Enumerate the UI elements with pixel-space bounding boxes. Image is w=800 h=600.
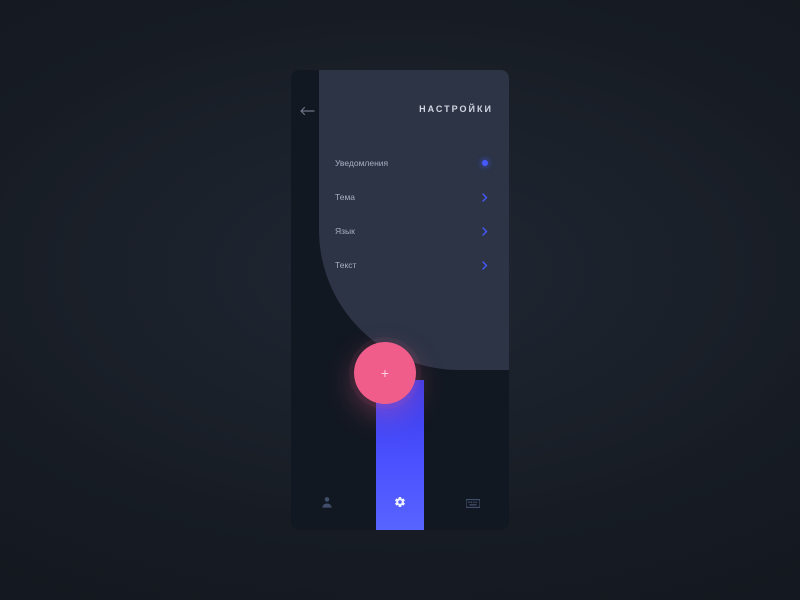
chevron-right-icon (477, 227, 493, 236)
add-button[interactable]: + (354, 342, 416, 404)
nav-item-settings[interactable] (376, 480, 424, 528)
settings-row-label: Тема (335, 192, 355, 202)
chevron-right-icon (477, 261, 493, 270)
nav-item-keyboard[interactable] (449, 480, 497, 528)
nav-item-profile[interactable] (303, 480, 351, 528)
chevron-right-icon (477, 193, 493, 202)
arrow-left-icon (299, 103, 315, 121)
status-dot-icon (477, 160, 493, 166)
settings-row-label: Язык (335, 226, 355, 236)
settings-row-label: Текст (335, 260, 356, 270)
phone-frame: НАСТРОЙКИ Уведомления Тема Язык Текст + (291, 70, 509, 530)
person-icon (321, 495, 333, 513)
keyboard-icon (466, 495, 480, 513)
gear-icon (394, 495, 406, 513)
settings-list: Уведомления Тема Язык Текст (319, 146, 509, 282)
settings-row-theme[interactable]: Тема (319, 180, 509, 214)
settings-row-language[interactable]: Язык (319, 214, 509, 248)
settings-row-notifications[interactable]: Уведомления (319, 146, 509, 180)
back-button[interactable] (295, 100, 319, 124)
page-title: НАСТРОЙКИ (419, 104, 493, 114)
bottom-nav (291, 478, 509, 530)
settings-row-label: Уведомления (335, 158, 388, 168)
settings-row-text[interactable]: Текст (319, 248, 509, 282)
plus-icon: + (381, 366, 389, 380)
